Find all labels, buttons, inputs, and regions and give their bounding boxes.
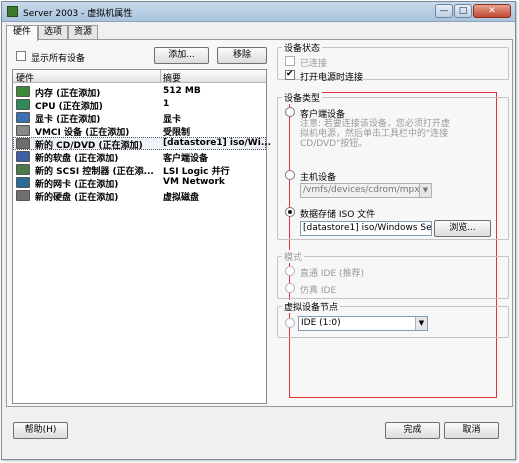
- mode-group: 模式 直通 IDE (推荐) 仿真 IDE: [277, 250, 509, 299]
- tab-options[interactable]: 选项: [38, 25, 68, 40]
- show-all-devices-checkbox[interactable]: [16, 51, 26, 61]
- cdrom-icon: [16, 138, 30, 149]
- ok-button[interactable]: 完成: [385, 422, 440, 439]
- host-device-radio[interactable]: [285, 170, 295, 180]
- hardware-list-header: 硬件 摘要: [13, 70, 266, 84]
- hardware-row[interactable]: 新的 CD/DVD (正在添加) [datastore1] iso/Wi...: [13, 137, 271, 151]
- tab-hardware[interactable]: 硬件: [6, 25, 38, 41]
- column-hardware[interactable]: 硬件: [16, 71, 34, 84]
- hardware-panel: 显示所有设备 添加... 移除 硬件 摘要 内存 (正在添加) 512 MB CPU…: [6, 39, 513, 407]
- connect-at-power-on-label: 打开电源时连接: [300, 73, 364, 83]
- datastore-iso-label: 数据存储 ISO 文件: [300, 210, 376, 220]
- virtual-device-node-value: IDE (1:0): [301, 318, 341, 328]
- maximize-button[interactable]: □: [454, 4, 472, 18]
- device-type-group: 设备类型 客户端设备 注意: 若要连接该设备，您必须打开虚拟机电源，然后单击工具…: [277, 91, 509, 240]
- device-status-group: 设备状态 已连接 打开电源时连接: [277, 41, 509, 83]
- device-type-title: 设备类型: [282, 91, 323, 104]
- chevron-down-icon[interactable]: ▼: [419, 184, 431, 197]
- host-device-label: 主机设备: [300, 173, 337, 183]
- column-summary[interactable]: 摘要: [163, 71, 181, 84]
- title-bar: Server 2003 - 虚拟机属性 — □ ✕: [2, 2, 515, 22]
- app-icon: [7, 6, 18, 17]
- hardware-row[interactable]: 显卡 (正在添加) 显卡: [13, 111, 266, 125]
- show-all-devices-label: 显示所有设备: [31, 54, 86, 64]
- video-card-icon: [16, 112, 30, 123]
- vmci-icon: [16, 125, 30, 136]
- help-button[interactable]: 帮助(H): [13, 422, 68, 439]
- disk-icon: [16, 190, 30, 201]
- hardware-row-summary: 虚拟磁盘: [163, 193, 200, 203]
- scsi-icon: [16, 164, 30, 175]
- datastore-iso-radio[interactable]: [285, 207, 295, 217]
- hardware-row-summary: VM Network: [163, 177, 225, 187]
- iso-path-field[interactable]: [datastore1] iso/Windows Server 200: [300, 221, 432, 236]
- minimize-button[interactable]: —: [435, 4, 453, 18]
- window-title: Server 2003 - 虚拟机属性: [23, 9, 133, 19]
- virtual-device-node-select[interactable]: IDE (1:0) ▼: [298, 316, 428, 331]
- passthrough-ide-label: 直通 IDE (推荐): [300, 269, 365, 279]
- hardware-row-summary: 512 MB: [163, 86, 201, 96]
- hardware-list: 硬件 摘要 内存 (正在添加) 512 MB CPU (正在添加) 1 显卡 (正在添加…: [12, 69, 271, 404]
- tab-resources[interactable]: 资源: [68, 25, 98, 40]
- add-button[interactable]: 添加...: [154, 47, 209, 64]
- cpu-icon: [16, 99, 30, 110]
- device-status-title: 设备状态: [282, 41, 323, 54]
- mode-title: 模式: [282, 250, 305, 263]
- hardware-row[interactable]: 新的软盘 (正在添加) 客户端设备: [13, 150, 266, 164]
- browse-button[interactable]: 浏览...: [434, 220, 491, 237]
- connect-at-power-on-checkbox[interactable]: [285, 69, 295, 80]
- hardware-row[interactable]: 新的硬盘 (正在添加) 虚拟磁盘: [13, 189, 266, 203]
- host-device-select[interactable]: /vmfs/devices/cdrom/mpx.vmhba ▼: [300, 183, 432, 198]
- floppy-icon: [16, 151, 30, 162]
- connected-checkbox[interactable]: [285, 56, 295, 66]
- hardware-row[interactable]: 新的网卡 (正在添加) VM Network: [13, 176, 266, 190]
- hardware-row[interactable]: VMCI 设备 (正在添加) 受限制: [13, 124, 266, 138]
- memory-icon: [16, 86, 30, 97]
- cancel-button[interactable]: 取消: [444, 422, 499, 439]
- hardware-row[interactable]: 内存 (正在添加) 512 MB: [13, 85, 266, 99]
- hardware-row-name: 新的硬盘 (正在添加): [35, 193, 119, 203]
- hardware-row-summary: 1: [163, 99, 170, 109]
- close-button[interactable]: ✕: [473, 4, 511, 18]
- network-icon: [16, 177, 30, 188]
- virtual-device-node-group: 虚拟设备节点 IDE (1:0) ▼: [277, 300, 509, 338]
- passthrough-ide-radio[interactable]: [285, 266, 295, 276]
- column-separator[interactable]: [160, 70, 161, 83]
- hardware-row[interactable]: CPU (正在添加) 1: [13, 98, 266, 112]
- hardware-row-summary: [datastore1] iso/Wi...: [163, 138, 272, 148]
- hardware-row[interactable]: 新的 SCSI 控制器 (正在添... LSI Logic 并行: [13, 163, 266, 177]
- remove-button[interactable]: 移除: [217, 47, 267, 64]
- client-device-note: 注意: 若要连接该设备，您必须打开虚拟机电源，然后单击工具栏中的"连接 CD/D…: [300, 119, 450, 149]
- client-device-radio[interactable]: [285, 107, 295, 117]
- connected-label: 已连接: [300, 59, 328, 69]
- emulate-ide-label: 仿真 IDE: [300, 286, 337, 296]
- vm-properties-window: Server 2003 - 虚拟机属性 — □ ✕ 硬件 选项 资源 显示所有设…: [1, 1, 516, 460]
- virtual-device-node-title: 虚拟设备节点: [282, 300, 341, 313]
- host-device-value: /vmfs/devices/cdrom/mpx.vmhba: [303, 185, 431, 195]
- virtual-device-node-radio[interactable]: [285, 318, 295, 328]
- chevron-down-icon[interactable]: ▼: [415, 317, 427, 330]
- emulate-ide-radio[interactable]: [285, 283, 295, 293]
